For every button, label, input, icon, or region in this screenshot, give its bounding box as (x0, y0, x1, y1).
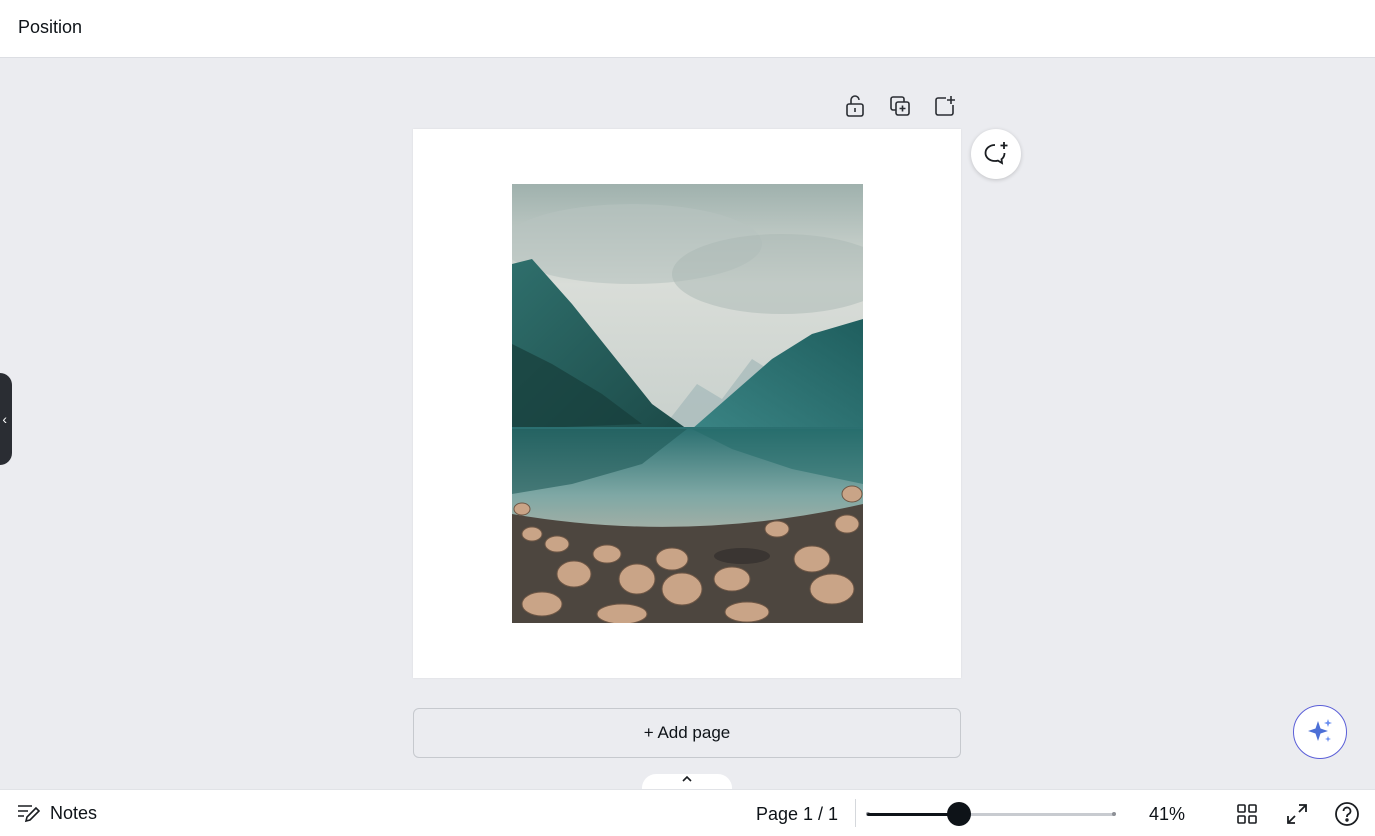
fullscreen-icon[interactable] (1283, 800, 1311, 828)
duplicate-page-icon[interactable] (883, 92, 917, 120)
notes-icon (18, 805, 40, 823)
zoom-percentage[interactable]: 41% (1149, 804, 1185, 825)
sparkle-icon (1308, 719, 1332, 742)
page-actions-toolbar (838, 92, 962, 120)
top-bar: Position (0, 0, 1375, 58)
add-comment-button[interactable] (971, 129, 1021, 179)
page-indicator[interactable]: Page 1 / 1 (756, 804, 838, 825)
zoom-slider[interactable] (866, 802, 1116, 826)
grid-view-icon[interactable] (1233, 800, 1261, 828)
comment-add-icon (984, 142, 1008, 165)
notes-label: Notes (50, 802, 98, 823)
landscape-photo[interactable] (512, 184, 863, 623)
divider (855, 799, 856, 827)
zoom-slider-max (1112, 812, 1116, 816)
zoom-slider-handle[interactable] (947, 802, 971, 826)
side-panel-toggle[interactable]: ‹ (0, 373, 12, 465)
chevron-up-icon (682, 775, 692, 782)
unlock-icon[interactable] (838, 92, 872, 120)
help-icon[interactable] (1333, 800, 1361, 828)
panel-title: Position (18, 17, 83, 37)
zoom-slider-fill (867, 813, 959, 816)
expand-pages-toggle[interactable] (642, 774, 732, 790)
chevron-left-icon: ‹ (2, 411, 7, 427)
design-page[interactable] (413, 129, 961, 678)
add-page-icon[interactable] (928, 92, 962, 120)
bottom-bar: Notes Page 1 / 1 41% (0, 789, 1375, 836)
add-page-button[interactable]: + Add page (413, 708, 961, 758)
notes-button[interactable]: Notes (16, 802, 97, 824)
magic-assistant-button[interactable] (1293, 705, 1347, 759)
